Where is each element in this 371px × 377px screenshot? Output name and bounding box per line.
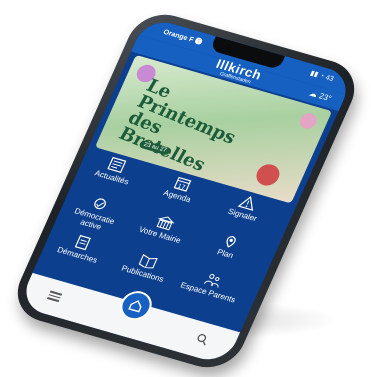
- menu-icon[interactable]: [47, 289, 63, 302]
- home-icon: [128, 300, 142, 313]
- svg-text:17: 17: [176, 183, 186, 192]
- weather-widget[interactable]: ☁ 23°: [308, 89, 333, 103]
- weather-temperature: 23°: [317, 91, 333, 104]
- search-icon[interactable]: [195, 331, 211, 346]
- status-icons: ▮▮ ◔ 43: [308, 69, 335, 83]
- tile-label: Actualités: [93, 168, 131, 187]
- tile-label: Démocratie active: [73, 206, 117, 232]
- tile-label: Plan: [215, 247, 235, 261]
- stage: Orange F 🅣 ▮▮ ◔ 43 Illkirch Graffenstade…: [0, 0, 371, 377]
- flower-decoration: [297, 111, 320, 131]
- flower-decoration: [252, 161, 284, 189]
